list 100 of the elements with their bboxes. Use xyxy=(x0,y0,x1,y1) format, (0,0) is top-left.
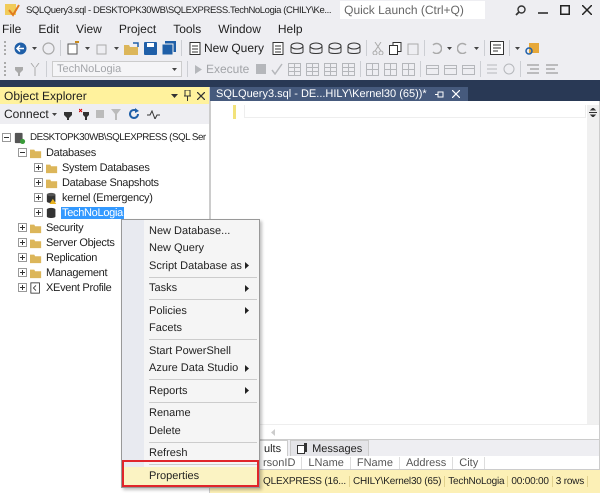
back-arrow-icon[interactable] xyxy=(14,42,27,54)
database-icon xyxy=(46,206,58,218)
caret-icon[interactable] xyxy=(52,112,57,116)
menu-item[interactable]: Azure Data Studio xyxy=(124,360,257,377)
submenu-arrow-icon xyxy=(245,307,249,314)
expand-icon[interactable] xyxy=(34,163,43,172)
app-logo-icon xyxy=(4,2,20,18)
expand-icon[interactable] xyxy=(18,253,27,262)
database-query-icon[interactable] xyxy=(290,42,304,54)
menu-item[interactable]: New Query xyxy=(124,240,257,257)
folder-icon xyxy=(30,146,42,158)
menu-item[interactable]: Project xyxy=(118,22,166,36)
connect-button[interactable]: Connect xyxy=(4,107,57,121)
menu-item[interactable]: Help xyxy=(278,22,312,36)
status-text: TechNoLogia xyxy=(445,476,508,487)
tree-item[interactable]: Management xyxy=(45,266,108,278)
expand-icon[interactable] xyxy=(34,193,43,202)
tree-item[interactable]: System Databases xyxy=(61,162,151,174)
document-icon[interactable] xyxy=(271,42,286,54)
search-icon[interactable] xyxy=(515,4,526,16)
results-tab[interactable]: Messages xyxy=(290,440,370,456)
tree-item[interactable]: DESKTOPK30WB\SQLEXPRESS (SQL Ser xyxy=(29,132,207,143)
tree-item[interactable]: Server Objects xyxy=(45,236,116,248)
expand-icon[interactable] xyxy=(18,223,27,232)
tree-item[interactable]: Database Snapshots xyxy=(61,176,160,188)
folder-icon xyxy=(46,162,58,174)
dropdown-icon[interactable] xyxy=(171,94,178,98)
checkmark-icon[interactable] xyxy=(271,63,284,75)
collapse-icon[interactable] xyxy=(18,148,27,157)
copy-icon[interactable] xyxy=(389,42,402,54)
caret-icon[interactable] xyxy=(474,46,480,50)
column-header[interactable]: City xyxy=(453,456,486,468)
editor-tab-title: SQLQuery3.sql - DE...HILY\Kernel30 (65))* xyxy=(216,88,427,100)
results-tab[interactable]: ults xyxy=(257,440,288,456)
tree-item[interactable]: XEvent Profile xyxy=(45,282,113,294)
quick-launch-field[interactable]: Quick Launch (Ctrl+Q) xyxy=(340,1,486,19)
database-warning-icon xyxy=(46,192,58,204)
menu-item[interactable]: Window xyxy=(218,22,270,36)
caret-icon[interactable] xyxy=(32,46,37,50)
submenu-arrow-icon xyxy=(245,284,249,292)
folder-icon xyxy=(30,236,42,248)
submenu-arrow-icon xyxy=(245,262,249,270)
expand-icon[interactable] xyxy=(18,283,27,292)
menu-item[interactable]: New Database... xyxy=(124,222,257,240)
menu-item[interactable]: Delete xyxy=(124,422,257,440)
vertical-scrollbar[interactable] xyxy=(587,105,599,424)
tree-item[interactable]: Replication xyxy=(45,252,98,264)
menu-item[interactable]: Tools xyxy=(173,22,210,36)
menu-item[interactable]: Properties xyxy=(124,462,257,484)
status-text: 3 rows xyxy=(552,476,588,487)
refresh-icon[interactable] xyxy=(128,108,140,120)
caret-icon[interactable] xyxy=(515,46,520,50)
database-query-icon[interactable] xyxy=(328,42,342,54)
save-icon[interactable] xyxy=(144,42,157,54)
find-icon[interactable] xyxy=(525,41,540,55)
tree-item[interactable]: Security xyxy=(45,222,84,234)
close-icon[interactable] xyxy=(197,92,205,100)
expand-icon[interactable] xyxy=(34,178,43,187)
menu-item[interactable]: Edit xyxy=(38,22,68,36)
caret-icon[interactable] xyxy=(114,46,119,50)
new-project-icon[interactable] xyxy=(66,41,80,55)
expand-icon[interactable] xyxy=(34,208,43,217)
window-title: SQLQuery3.sql - DESKTOPK30WB\SQLEXPRESS.TechNoLogia (CHILY\Ke... xyxy=(26,4,332,16)
expand-icon[interactable] xyxy=(18,268,27,277)
outdent-icon[interactable] xyxy=(545,63,560,75)
caret-icon[interactable] xyxy=(85,46,90,50)
column-header[interactable]: Address xyxy=(400,456,454,468)
expand-icon[interactable] xyxy=(18,238,27,247)
collapse-icon[interactable] xyxy=(2,133,11,142)
database-query-icon[interactable] xyxy=(347,42,362,54)
server-icon xyxy=(14,132,26,144)
new-query-button[interactable]: New Query xyxy=(187,41,266,55)
folder-icon xyxy=(30,252,42,264)
column-header[interactable]: LName xyxy=(302,456,351,468)
tree-item[interactable]: kernel (Emergency) xyxy=(61,192,154,204)
menu-item[interactable]: Facets xyxy=(124,320,257,337)
status-text: 00:00:00 xyxy=(508,476,553,487)
column-header[interactable]: FName xyxy=(350,456,400,468)
open-folder-icon[interactable] xyxy=(124,42,139,54)
activity-monitor-icon[interactable] xyxy=(146,110,160,118)
properties-window-icon[interactable] xyxy=(490,41,504,55)
indent-icon[interactable] xyxy=(526,63,540,75)
menu-item[interactable]: Script Database as xyxy=(124,257,257,274)
messages-icon xyxy=(297,443,308,454)
change-marker xyxy=(233,105,236,119)
submenu-arrow-icon xyxy=(245,364,249,372)
maximize-icon[interactable] xyxy=(560,5,570,15)
save-all-icon[interactable] xyxy=(162,41,176,55)
pin-icon[interactable] xyxy=(184,90,191,101)
menu-item[interactable]: View xyxy=(76,22,111,36)
play-icon xyxy=(195,64,202,74)
folder-icon xyxy=(30,266,42,278)
caret-icon[interactable] xyxy=(447,46,452,50)
folder-icon xyxy=(46,176,58,188)
tree-item[interactable]: Databases xyxy=(45,146,97,158)
panel-title: Object Explorer xyxy=(4,88,88,102)
menu-item[interactable]: File xyxy=(2,22,30,36)
database-query-icon[interactable] xyxy=(309,42,324,54)
close-icon[interactable] xyxy=(582,5,592,15)
split-icon[interactable] xyxy=(589,108,597,117)
